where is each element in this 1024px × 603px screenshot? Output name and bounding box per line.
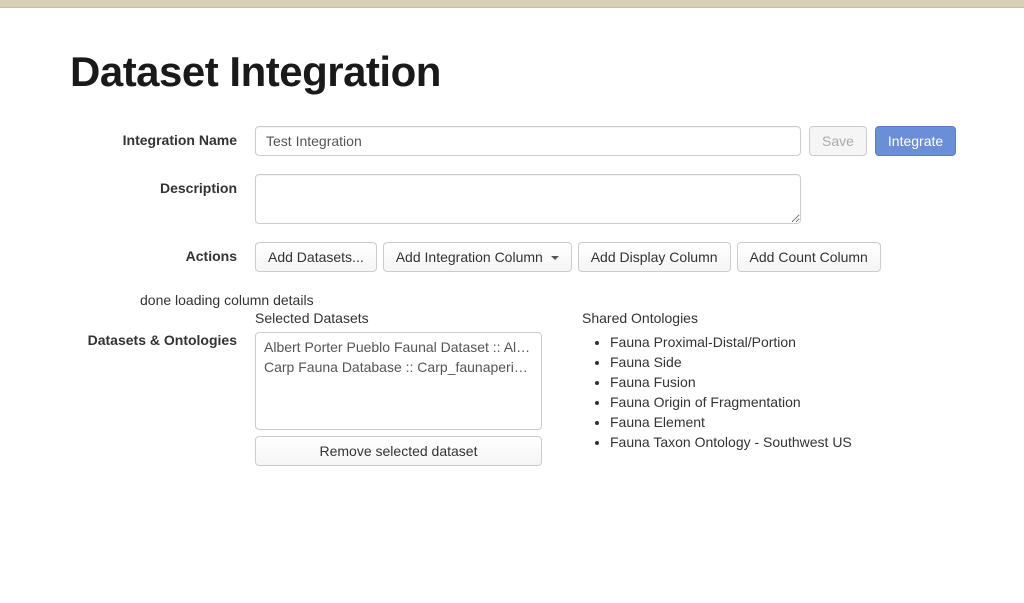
label-datasets-ontologies: Datasets & Ontologies (70, 310, 255, 348)
row-integration-name: Integration Name Save Integrate (70, 126, 954, 156)
add-display-column-button[interactable]: Add Display Column (578, 242, 731, 272)
page-title: Dataset Integration (70, 48, 954, 96)
list-item: Fauna Element (610, 412, 954, 432)
label-actions: Actions (70, 242, 255, 264)
integration-name-input[interactable] (255, 126, 801, 156)
add-datasets-button[interactable]: Add Datasets... (255, 242, 377, 272)
label-description: Description (70, 174, 255, 196)
chevron-down-icon (551, 256, 559, 260)
actions-button-group: Add Datasets... Add Integration Column A… (255, 242, 881, 272)
list-item: Fauna Taxon Ontology - Southwest US (610, 432, 954, 452)
description-textarea[interactable] (255, 174, 801, 224)
integrate-button[interactable]: Integrate (875, 126, 956, 156)
status-text: done loading column details (70, 292, 954, 308)
datasets-section: Selected Datasets Albert Porter Pueblo F… (255, 310, 954, 466)
add-count-column-button[interactable]: Add Count Column (737, 242, 881, 272)
shared-ontologies-list: Fauna Proximal-Distal/Portion Fauna Side… (582, 332, 954, 452)
selected-datasets-column: Selected Datasets Albert Porter Pueblo F… (255, 310, 542, 466)
list-item: Fauna Side (610, 352, 954, 372)
add-integration-column-button[interactable]: Add Integration Column (383, 242, 572, 272)
top-strip (0, 0, 1024, 8)
selected-datasets-listbox[interactable]: Albert Porter Pueblo Faunal Dataset :: A… (255, 332, 542, 430)
save-button[interactable]: Save (809, 126, 867, 156)
list-item[interactable]: Albert Porter Pueblo Faunal Dataset :: A… (256, 337, 541, 357)
shared-ontologies-header: Shared Ontologies (582, 310, 954, 326)
main-container: Dataset Integration Integration Name Sav… (0, 8, 1024, 504)
add-integration-column-label: Add Integration Column (396, 249, 543, 265)
list-item: Fauna Fusion (610, 372, 954, 392)
row-datasets-ontologies: Datasets & Ontologies Selected Datasets … (70, 310, 954, 466)
list-item: Fauna Origin of Fragmentation (610, 392, 954, 412)
row-actions: Actions Add Datasets... Add Integration … (70, 242, 954, 272)
remove-selected-dataset-button[interactable]: Remove selected dataset (255, 436, 542, 466)
label-integration-name: Integration Name (70, 126, 255, 148)
list-item[interactable]: Carp Fauna Database :: Carp_faunaperiodc… (256, 357, 541, 377)
selected-datasets-header: Selected Datasets (255, 310, 542, 326)
shared-ontologies-column: Shared Ontologies Fauna Proximal-Distal/… (562, 310, 954, 466)
list-item: Fauna Proximal-Distal/Portion (610, 332, 954, 352)
row-description: Description (70, 174, 954, 224)
